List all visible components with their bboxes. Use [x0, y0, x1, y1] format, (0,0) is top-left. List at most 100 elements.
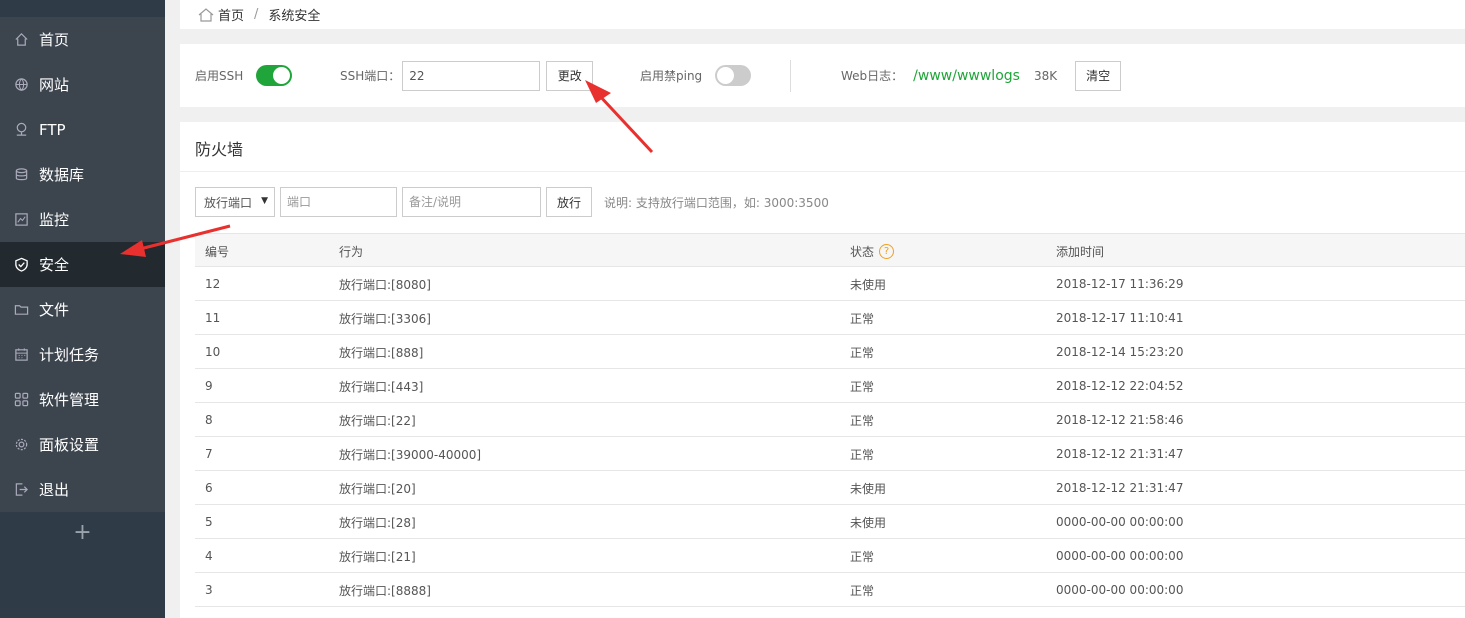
table-row: 4 放行端口:[21] 正常 0000-00-00 00:00:00 — [195, 539, 1465, 573]
sidebar-item-label: 网站 — [39, 76, 70, 94]
divider — [180, 171, 1465, 172]
allow-port-button[interactable]: 放行 — [546, 187, 592, 217]
sidebar-item-panel-settings[interactable]: 面板设置 — [0, 422, 165, 467]
rule-id: 12 — [205, 277, 221, 291]
rule-action: 放行端口:[28] — [339, 515, 416, 530]
weblog-label: Web日志： — [841, 69, 904, 83]
rule-status: 未使用 — [850, 515, 887, 530]
toggle-knob — [273, 67, 291, 84]
table-row: 3 放行端口:[8888] 正常 0000-00-00 00:00:00 — [195, 573, 1465, 607]
table-row: 9 放行端口:[443] 正常 2018-12-12 22:04:52 — [195, 369, 1465, 403]
help-icon[interactable]: ? — [879, 243, 895, 259]
sidebar-item-cron[interactable]: 计划任务 — [0, 332, 165, 377]
sidebar-item-ftp[interactable]: FTP — [0, 107, 165, 152]
rule-added-time: 0000-00-00 00:00:00 — [1056, 515, 1184, 529]
clear-weblog-button[interactable]: 清空 — [1075, 60, 1122, 91]
home-icon — [13, 32, 29, 48]
rule-id: 10 — [205, 345, 221, 359]
rule-added-time: 2018-12-12 21:31:47 — [1056, 481, 1184, 495]
network-icon — [13, 122, 29, 138]
firewall-toolbar: 放行端口 ▼ 放行 说明: 支持放行端口范围，如: 3000:3500 — [195, 187, 829, 217]
sidebar-item-software[interactable]: 软件管理 — [0, 377, 165, 422]
divider — [790, 60, 791, 92]
sidebar-menu: 首页 网站 FTP 数据库 监控 安全 文件 计划任务 软件管理 面板设置 退出 — [0, 17, 165, 512]
panel-title: 防火墙 — [195, 140, 244, 159]
column-header-action: 行为 — [339, 244, 364, 259]
sidebar-item-label: 软件管理 — [39, 391, 100, 409]
sidebar-item-security[interactable]: 安全 — [0, 242, 165, 287]
caret-down-icon: ▼ — [261, 196, 268, 206]
sidebar-item-label: 退出 — [39, 481, 70, 499]
breadcrumb-home-link[interactable]: 首页 — [218, 5, 244, 24]
table-row: 12 放行端口:[8080] 未使用 2018-12-17 11:36:29 — [195, 267, 1465, 301]
logout-icon — [13, 482, 29, 498]
table-header: 编号 行为 状态 ? 添加时间 — [195, 233, 1465, 267]
rule-added-time: 2018-12-12 22:04:52 — [1056, 379, 1184, 393]
table-row: 6 放行端口:[20] 未使用 2018-12-12 21:31:47 — [195, 471, 1465, 505]
rule-action: 放行端口:[8888] — [339, 583, 431, 598]
sidebar-item-files[interactable]: 文件 — [0, 287, 165, 332]
ssh-port-label: SSH端口： — [340, 69, 401, 83]
grid-icon — [13, 392, 29, 408]
rule-id: 8 — [205, 413, 213, 427]
calendar-icon — [13, 347, 29, 363]
rule-action: 放行端口:[39000-40000] — [339, 447, 482, 462]
ssh-port-input[interactable] — [402, 60, 541, 91]
rule-status: 正常 — [850, 379, 875, 394]
sidebar-item-label: 计划任务 — [39, 346, 100, 364]
rule-action: 放行端口:[443] — [339, 379, 424, 394]
breadcrumb: 首页 / 系统安全 — [180, 0, 1465, 29]
rule-type-value: 放行端口 — [204, 195, 253, 210]
port-range-hint: 说明: 支持放行端口范围，如: 3000:3500 — [604, 195, 829, 210]
sidebar-item-label: 安全 — [39, 256, 70, 274]
rule-added-time: 0000-00-00 00:00:00 — [1056, 583, 1184, 597]
add-shortcut-button[interactable]: + — [0, 511, 165, 553]
rule-status: 正常 — [850, 583, 875, 598]
breadcrumb-separator: / — [254, 7, 259, 22]
ssh-toggle[interactable] — [256, 65, 293, 86]
sidebar-item-label: 首页 — [39, 31, 70, 49]
rule-status: 正常 — [850, 447, 875, 462]
rule-id: 11 — [205, 311, 221, 325]
ping-toggle[interactable] — [715, 65, 752, 86]
sidebar-item-label: 文件 — [39, 301, 70, 319]
column-header-status-label: 状态 — [850, 244, 875, 259]
firewall-rules-table: 编号 行为 状态 ? 添加时间 12 放行端口:[8080] 未使用 2018-12-… — [195, 233, 1465, 607]
table-row: 8 放行端口:[22] 正常 2018-12-12 21:58:46 — [195, 403, 1465, 437]
sidebar-item-monitor[interactable]: 监控 — [0, 197, 165, 242]
rule-action: 放行端口:[21] — [339, 549, 416, 564]
column-header-time: 添加时间 — [1056, 244, 1105, 259]
sidebar-item-home[interactable]: 首页 — [0, 17, 165, 62]
database-icon — [13, 167, 29, 183]
rule-added-time: 0000-00-00 00:00:00 — [1056, 549, 1184, 563]
toggle-knob — [717, 67, 735, 84]
rule-id: 9 — [205, 379, 213, 393]
gear-icon — [13, 437, 29, 453]
rule-id: 4 — [205, 549, 213, 563]
rule-status: 正常 — [850, 345, 875, 360]
rule-type-select[interactable]: 放行端口 ▼ — [195, 187, 275, 217]
port-input[interactable] — [280, 187, 397, 217]
sidebar-item-database[interactable]: 数据库 — [0, 152, 165, 197]
weblog-size: 38K — [1033, 68, 1058, 83]
ping-toggle-label: 启用禁ping — [640, 69, 703, 83]
globe-icon — [13, 77, 29, 93]
sidebar-item-label: 面板设置 — [39, 436, 100, 454]
sidebar-item-label: 数据库 — [39, 166, 85, 184]
rule-added-time: 2018-12-14 15:23:20 — [1056, 345, 1184, 359]
rule-status: 未使用 — [850, 277, 887, 292]
sidebar-item-logout[interactable]: 退出 — [0, 467, 165, 512]
rule-status: 正常 — [850, 549, 875, 564]
table-body: 12 放行端口:[8080] 未使用 2018-12-17 11:36:29 11 放行端… — [195, 267, 1465, 607]
change-ssh-port-button[interactable]: 更改 — [546, 60, 594, 91]
security-settings-bar: 启用SSH SSH端口： 更改 启用禁ping Web日志： /www/wwwl… — [180, 44, 1465, 107]
sidebar-item-website[interactable]: 网站 — [0, 62, 165, 107]
rule-action: 放行端口:[22] — [339, 413, 416, 428]
rule-added-time: 2018-12-12 21:31:47 — [1056, 447, 1184, 461]
sidebar-item-label: FTP — [39, 120, 66, 139]
note-input[interactable] — [402, 187, 541, 217]
rule-action: 放行端口:[888] — [339, 345, 424, 360]
rule-action: 放行端口:[8080] — [339, 277, 431, 292]
weblog-path-link[interactable]: /www/wwwlogs — [913, 68, 1020, 84]
folder-icon — [13, 302, 29, 318]
